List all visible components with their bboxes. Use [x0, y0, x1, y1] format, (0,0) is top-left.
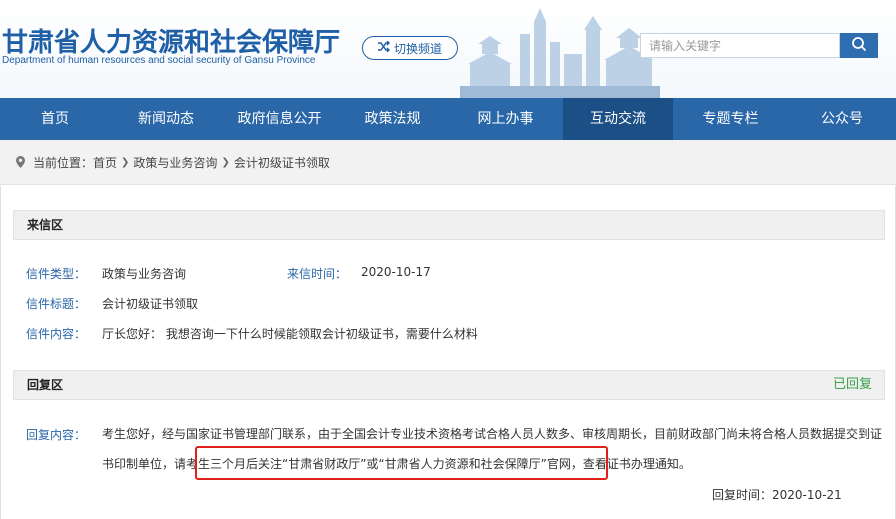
reply-body-label-wrap: 回复内容： [26, 426, 86, 443]
reply-time-label: 回复时间： [712, 488, 773, 502]
reply-section-header: 回复区 已回复 [13, 370, 885, 400]
switch-channel-button[interactable]: 切换频道 [362, 36, 458, 60]
reply-section-title: 回复区 [27, 378, 64, 392]
letter-subject-value: 会计初级证书领取 [102, 297, 199, 311]
nav-item-online-service[interactable]: 网上办事 [448, 98, 563, 140]
letter-time-value-wrap: 2020-10-17 [361, 265, 431, 279]
reply-body-label: 回复内容： [26, 428, 87, 442]
letter-section-title: 来信区 [27, 218, 64, 232]
letter-type-value-wrap: 政策与业务咨询 [102, 265, 186, 282]
nav-item-topics[interactable]: 专题专栏 [673, 98, 788, 140]
shuffle-icon [377, 40, 390, 55]
breadcrumb-home[interactable]: 首页 [93, 154, 117, 171]
letter-body-value-wrap: 厅长您好： 我想咨询一下什么时候能领取会计初级证书，需要什么材料 [102, 325, 478, 342]
location-pin-icon [16, 156, 25, 168]
letter-section-header: 来信区 [13, 210, 885, 240]
search-button[interactable] [840, 33, 878, 58]
chevron-right-icon: ❯ [121, 156, 130, 168]
breadcrumb-category[interactable]: 政策与业务咨询 [133, 154, 217, 171]
letter-subject-label-wrap: 信件标题： [26, 295, 86, 312]
breadcrumb: 当前位置： 首页 ❯ 政策与业务咨询 ❯ 会计初级证书领取 [0, 140, 896, 185]
letter-subject-value-wrap: 会计初级证书领取 [102, 295, 198, 312]
search-icon [851, 36, 867, 56]
switch-channel-label: 切换频道 [393, 41, 442, 56]
letter-time-label-wrap: 来信时间： [287, 265, 347, 282]
main-nav: 首页 新闻动态 政府信息公开 政策法规 网上办事 互动交流 专题专栏 公众号 [0, 98, 896, 140]
highlight-annotation-box [195, 446, 608, 480]
reply-time-value: 2020-10-21 [772, 488, 842, 502]
breadcrumb-current[interactable]: 会计初级证书领取 [234, 154, 330, 171]
reply-time-row: 回复时间：2020-10-21 [712, 486, 842, 503]
reply-status-badge: 已回复 [832, 377, 872, 392]
search-input[interactable] [640, 33, 840, 58]
nav-item-policy[interactable]: 政策法规 [337, 98, 448, 140]
letter-body-value: 厅长您好： 我想咨询一下什么时候能领取会计初级证书，需要什么材料 [102, 327, 478, 341]
letter-type-label: 信件类型： [26, 267, 87, 281]
city-skyline-illustration [460, 8, 660, 98]
site-subtitle: Department of human resources and social… [2, 55, 316, 66]
site-title[interactable]: 甘肃省人力资源和社会保障厅 [2, 22, 340, 59]
letter-type-row: 信件类型： [26, 265, 86, 282]
letter-time-value: 2020-10-17 [361, 265, 431, 279]
letter-time-label: 来信时间： [287, 267, 348, 281]
nav-item-official-account[interactable]: 公众号 [788, 98, 896, 140]
chevron-right-icon: ❯ [221, 156, 230, 168]
letter-subject-label: 信件标题： [26, 297, 87, 311]
nav-item-home[interactable]: 首页 [0, 98, 110, 140]
site-header: 甘肃省人力资源和社会保障厅 Department of human resour… [0, 0, 896, 98]
breadcrumb-prefix: 当前位置： [33, 155, 94, 170]
letter-body-label-wrap: 信件内容： [26, 325, 86, 342]
letter-body-label: 信件内容： [26, 327, 87, 341]
nav-item-gov-info[interactable]: 政府信息公开 [222, 98, 337, 140]
letter-type-value: 政策与业务咨询 [102, 267, 187, 281]
nav-item-interaction[interactable]: 互动交流 [563, 98, 673, 140]
nav-item-news[interactable]: 新闻动态 [110, 98, 222, 140]
